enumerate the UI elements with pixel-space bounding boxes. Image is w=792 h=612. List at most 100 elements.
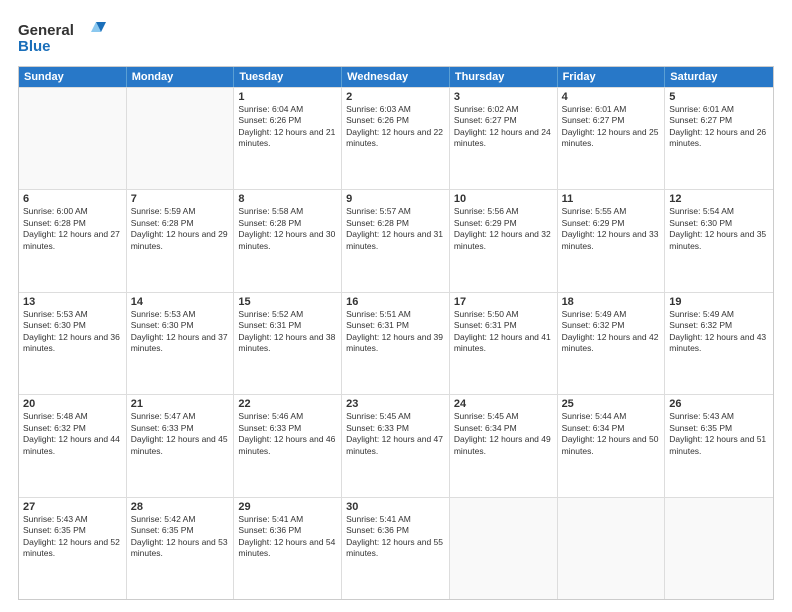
day-info-12: Sunrise: 5:54 AM Sunset: 6:30 PM Dayligh… bbox=[669, 206, 769, 252]
day-11: 11Sunrise: 5:55 AM Sunset: 6:29 PM Dayli… bbox=[558, 190, 666, 291]
day-number-4: 4 bbox=[562, 91, 661, 103]
day-info-27: Sunrise: 5:43 AM Sunset: 6:35 PM Dayligh… bbox=[23, 514, 122, 560]
day-info-17: Sunrise: 5:50 AM Sunset: 6:31 PM Dayligh… bbox=[454, 309, 553, 355]
day-number-15: 15 bbox=[238, 296, 337, 308]
day-info-25: Sunrise: 5:44 AM Sunset: 6:34 PM Dayligh… bbox=[562, 411, 661, 457]
day-info-24: Sunrise: 5:45 AM Sunset: 6:34 PM Dayligh… bbox=[454, 411, 553, 457]
day-number-26: 26 bbox=[669, 398, 769, 410]
logo-svg: General Blue bbox=[18, 18, 108, 56]
day-number-13: 13 bbox=[23, 296, 122, 308]
day-13: 13Sunrise: 5:53 AM Sunset: 6:30 PM Dayli… bbox=[19, 293, 127, 394]
day-info-28: Sunrise: 5:42 AM Sunset: 6:35 PM Dayligh… bbox=[131, 514, 230, 560]
day-number-17: 17 bbox=[454, 296, 553, 308]
day-number-12: 12 bbox=[669, 193, 769, 205]
day-number-18: 18 bbox=[562, 296, 661, 308]
day-number-23: 23 bbox=[346, 398, 445, 410]
day-number-20: 20 bbox=[23, 398, 122, 410]
day-number-6: 6 bbox=[23, 193, 122, 205]
day-number-9: 9 bbox=[346, 193, 445, 205]
header: General Blue bbox=[18, 18, 774, 56]
day-number-21: 21 bbox=[131, 398, 230, 410]
week-row-3: 13Sunrise: 5:53 AM Sunset: 6:30 PM Dayli… bbox=[19, 292, 773, 394]
day-number-14: 14 bbox=[131, 296, 230, 308]
day-info-2: Sunrise: 6:03 AM Sunset: 6:26 PM Dayligh… bbox=[346, 104, 445, 150]
day-info-15: Sunrise: 5:52 AM Sunset: 6:31 PM Dayligh… bbox=[238, 309, 337, 355]
day-8: 8Sunrise: 5:58 AM Sunset: 6:28 PM Daylig… bbox=[234, 190, 342, 291]
calendar-header: SundayMondayTuesdayWednesdayThursdayFrid… bbox=[19, 67, 773, 87]
day-info-16: Sunrise: 5:51 AM Sunset: 6:31 PM Dayligh… bbox=[346, 309, 445, 355]
day-info-23: Sunrise: 5:45 AM Sunset: 6:33 PM Dayligh… bbox=[346, 411, 445, 457]
day-info-13: Sunrise: 5:53 AM Sunset: 6:30 PM Dayligh… bbox=[23, 309, 122, 355]
day-info-18: Sunrise: 5:49 AM Sunset: 6:32 PM Dayligh… bbox=[562, 309, 661, 355]
day-9: 9Sunrise: 5:57 AM Sunset: 6:28 PM Daylig… bbox=[342, 190, 450, 291]
week-row-2: 6Sunrise: 6:00 AM Sunset: 6:28 PM Daylig… bbox=[19, 189, 773, 291]
day-info-20: Sunrise: 5:48 AM Sunset: 6:32 PM Dayligh… bbox=[23, 411, 122, 457]
day-7: 7Sunrise: 5:59 AM Sunset: 6:28 PM Daylig… bbox=[127, 190, 235, 291]
day-number-27: 27 bbox=[23, 501, 122, 513]
day-info-21: Sunrise: 5:47 AM Sunset: 6:33 PM Dayligh… bbox=[131, 411, 230, 457]
day-info-6: Sunrise: 6:00 AM Sunset: 6:28 PM Dayligh… bbox=[23, 206, 122, 252]
day-info-26: Sunrise: 5:43 AM Sunset: 6:35 PM Dayligh… bbox=[669, 411, 769, 457]
day-number-7: 7 bbox=[131, 193, 230, 205]
day-18: 18Sunrise: 5:49 AM Sunset: 6:32 PM Dayli… bbox=[558, 293, 666, 394]
day-21: 21Sunrise: 5:47 AM Sunset: 6:33 PM Dayli… bbox=[127, 395, 235, 496]
day-25: 25Sunrise: 5:44 AM Sunset: 6:34 PM Dayli… bbox=[558, 395, 666, 496]
empty-cell bbox=[19, 88, 127, 189]
day-16: 16Sunrise: 5:51 AM Sunset: 6:31 PM Dayli… bbox=[342, 293, 450, 394]
day-info-19: Sunrise: 5:49 AM Sunset: 6:32 PM Dayligh… bbox=[669, 309, 769, 355]
calendar-body: 1Sunrise: 6:04 AM Sunset: 6:26 PM Daylig… bbox=[19, 87, 773, 599]
day-19: 19Sunrise: 5:49 AM Sunset: 6:32 PM Dayli… bbox=[665, 293, 773, 394]
day-22: 22Sunrise: 5:46 AM Sunset: 6:33 PM Dayli… bbox=[234, 395, 342, 496]
day-info-3: Sunrise: 6:02 AM Sunset: 6:27 PM Dayligh… bbox=[454, 104, 553, 150]
day-24: 24Sunrise: 5:45 AM Sunset: 6:34 PM Dayli… bbox=[450, 395, 558, 496]
header-day-tuesday: Tuesday bbox=[234, 67, 342, 87]
header-day-monday: Monday bbox=[127, 67, 235, 87]
day-info-22: Sunrise: 5:46 AM Sunset: 6:33 PM Dayligh… bbox=[238, 411, 337, 457]
day-number-30: 30 bbox=[346, 501, 445, 513]
empty-cell bbox=[665, 498, 773, 599]
day-number-3: 3 bbox=[454, 91, 553, 103]
day-6: 6Sunrise: 6:00 AM Sunset: 6:28 PM Daylig… bbox=[19, 190, 127, 291]
day-number-10: 10 bbox=[454, 193, 553, 205]
day-3: 3Sunrise: 6:02 AM Sunset: 6:27 PM Daylig… bbox=[450, 88, 558, 189]
week-row-1: 1Sunrise: 6:04 AM Sunset: 6:26 PM Daylig… bbox=[19, 87, 773, 189]
header-day-sunday: Sunday bbox=[19, 67, 127, 87]
week-row-4: 20Sunrise: 5:48 AM Sunset: 6:32 PM Dayli… bbox=[19, 394, 773, 496]
day-number-28: 28 bbox=[131, 501, 230, 513]
day-number-8: 8 bbox=[238, 193, 337, 205]
day-15: 15Sunrise: 5:52 AM Sunset: 6:31 PM Dayli… bbox=[234, 293, 342, 394]
day-info-10: Sunrise: 5:56 AM Sunset: 6:29 PM Dayligh… bbox=[454, 206, 553, 252]
day-17: 17Sunrise: 5:50 AM Sunset: 6:31 PM Dayli… bbox=[450, 293, 558, 394]
svg-text:General: General bbox=[18, 22, 74, 39]
day-2: 2Sunrise: 6:03 AM Sunset: 6:26 PM Daylig… bbox=[342, 88, 450, 189]
empty-cell bbox=[450, 498, 558, 599]
day-14: 14Sunrise: 5:53 AM Sunset: 6:30 PM Dayli… bbox=[127, 293, 235, 394]
day-number-22: 22 bbox=[238, 398, 337, 410]
day-info-5: Sunrise: 6:01 AM Sunset: 6:27 PM Dayligh… bbox=[669, 104, 769, 150]
day-number-25: 25 bbox=[562, 398, 661, 410]
day-20: 20Sunrise: 5:48 AM Sunset: 6:32 PM Dayli… bbox=[19, 395, 127, 496]
day-28: 28Sunrise: 5:42 AM Sunset: 6:35 PM Dayli… bbox=[127, 498, 235, 599]
day-info-8: Sunrise: 5:58 AM Sunset: 6:28 PM Dayligh… bbox=[238, 206, 337, 252]
header-day-friday: Friday bbox=[558, 67, 666, 87]
calendar: SundayMondayTuesdayWednesdayThursdayFrid… bbox=[18, 66, 774, 600]
day-30: 30Sunrise: 5:41 AM Sunset: 6:36 PM Dayli… bbox=[342, 498, 450, 599]
logo: General Blue bbox=[18, 18, 108, 56]
day-info-4: Sunrise: 6:01 AM Sunset: 6:27 PM Dayligh… bbox=[562, 104, 661, 150]
day-number-29: 29 bbox=[238, 501, 337, 513]
day-info-11: Sunrise: 5:55 AM Sunset: 6:29 PM Dayligh… bbox=[562, 206, 661, 252]
day-10: 10Sunrise: 5:56 AM Sunset: 6:29 PM Dayli… bbox=[450, 190, 558, 291]
day-1: 1Sunrise: 6:04 AM Sunset: 6:26 PM Daylig… bbox=[234, 88, 342, 189]
day-23: 23Sunrise: 5:45 AM Sunset: 6:33 PM Dayli… bbox=[342, 395, 450, 496]
day-26: 26Sunrise: 5:43 AM Sunset: 6:35 PM Dayli… bbox=[665, 395, 773, 496]
day-number-19: 19 bbox=[669, 296, 769, 308]
day-29: 29Sunrise: 5:41 AM Sunset: 6:36 PM Dayli… bbox=[234, 498, 342, 599]
header-day-thursday: Thursday bbox=[450, 67, 558, 87]
day-number-5: 5 bbox=[669, 91, 769, 103]
day-12: 12Sunrise: 5:54 AM Sunset: 6:30 PM Dayli… bbox=[665, 190, 773, 291]
day-number-24: 24 bbox=[454, 398, 553, 410]
day-info-14: Sunrise: 5:53 AM Sunset: 6:30 PM Dayligh… bbox=[131, 309, 230, 355]
day-5: 5Sunrise: 6:01 AM Sunset: 6:27 PM Daylig… bbox=[665, 88, 773, 189]
day-info-1: Sunrise: 6:04 AM Sunset: 6:26 PM Dayligh… bbox=[238, 104, 337, 150]
day-4: 4Sunrise: 6:01 AM Sunset: 6:27 PM Daylig… bbox=[558, 88, 666, 189]
